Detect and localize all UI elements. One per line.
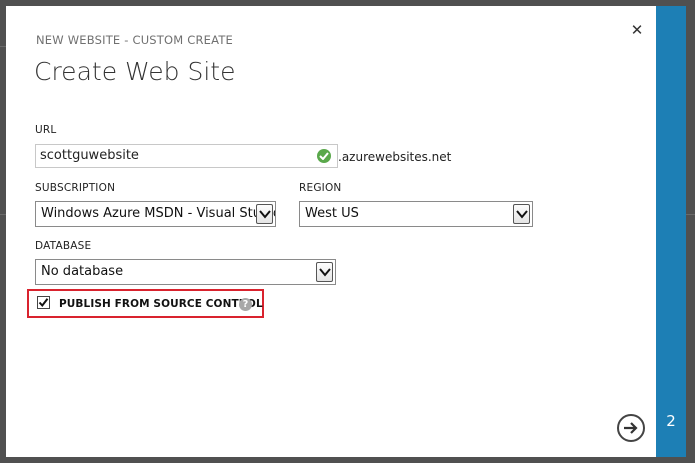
url-suffix: .azurewebsites.net <box>338 150 452 164</box>
step-number: 2 <box>666 412 676 430</box>
url-label: URL <box>35 124 57 136</box>
url-input-value: scottguwebsite <box>40 148 139 163</box>
chevron-down-icon[interactable] <box>256 204 273 224</box>
subscription-label: SUBSCRIPTION <box>35 182 116 194</box>
database-selected: No database <box>41 264 124 279</box>
chevron-down-icon[interactable] <box>513 204 530 224</box>
arrow-right-icon <box>624 422 638 434</box>
subscription-selected: Windows Azure MSDN - Visual Studio <box>41 206 276 221</box>
database-select[interactable]: No database <box>35 259 336 285</box>
url-input[interactable]: scottguwebsite <box>35 144 338 168</box>
region-selected: West US <box>305 206 359 221</box>
region-label: REGION <box>299 182 342 194</box>
create-website-dialog: ✕ NEW WEBSITE - CUSTOM CREATE Create Web… <box>6 6 656 457</box>
next-button[interactable] <box>617 414 645 442</box>
close-icon[interactable]: ✕ <box>631 21 644 39</box>
backdrop-line <box>686 214 695 215</box>
chevron-down-icon[interactable] <box>316 262 333 282</box>
publish-checkbox[interactable] <box>37 296 50 309</box>
database-label: DATABASE <box>35 240 92 252</box>
checkmark-icon <box>317 149 331 163</box>
wizard-step-panel: 2 <box>656 6 686 457</box>
region-select[interactable]: West US <box>299 201 533 227</box>
help-icon[interactable]: ? <box>239 298 252 311</box>
dialog-subtitle: NEW WEBSITE - CUSTOM CREATE <box>36 33 234 47</box>
close-button[interactable]: ✕ <box>628 21 646 39</box>
publish-label[interactable]: PUBLISH FROM SOURCE CONTROL <box>59 298 263 310</box>
dialog-title: Create Web Site <box>34 57 236 86</box>
subscription-select[interactable]: Windows Azure MSDN - Visual Studio <box>35 201 276 227</box>
checkmark-icon <box>38 298 49 308</box>
